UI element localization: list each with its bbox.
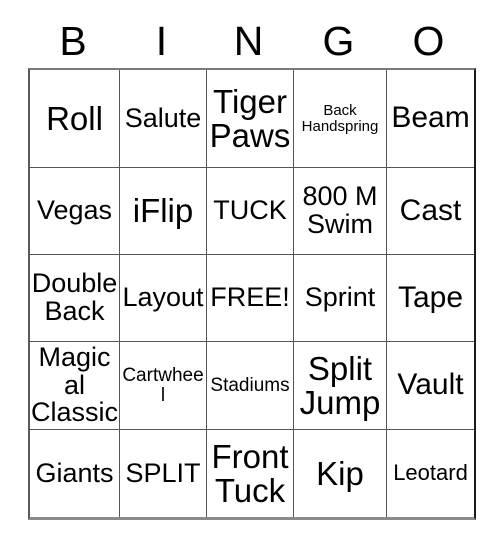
bingo-cell[interactable]: Split Jump <box>294 342 387 430</box>
bingo-cell[interactable]: Tape <box>387 255 474 342</box>
bingo-cell-label: SPLIT <box>125 457 201 488</box>
bingo-cell[interactable]: Roll <box>30 70 120 168</box>
bingo-card: B I N G O Roll Salute Tiger Paws Back Ha… <box>0 0 500 544</box>
bingo-cell[interactable]: Stadiums <box>207 342 294 430</box>
bingo-header-letter-g: G <box>322 17 355 64</box>
bingo-cell[interactable]: Vault <box>387 342 474 430</box>
bingo-cell-label: FREE! <box>210 282 290 313</box>
bingo-cell[interactable]: Layout <box>120 255 207 342</box>
bingo-cell-free[interactable]: FREE! <box>207 255 294 342</box>
bingo-cell[interactable]: Beam <box>387 70 474 168</box>
bingo-cell-label: Back Handspring <box>301 102 379 135</box>
bingo-cell-label: Salute <box>124 102 202 133</box>
bingo-cell-label: Tape <box>397 280 464 314</box>
bingo-cell-label: Stadiums <box>210 374 290 396</box>
bingo-header-row: B I N G O <box>28 14 472 68</box>
bingo-cell-label: Cartwheel <box>122 365 204 406</box>
bingo-cell-label: Roll <box>46 99 103 137</box>
bingo-cell-label: Split Jump <box>299 349 381 421</box>
bingo-cell-label: iFlip <box>132 192 194 230</box>
bingo-cell-label: Vault <box>397 368 464 402</box>
bingo-cell[interactable]: Salute <box>120 70 207 168</box>
bingo-cell-label: Magical Classic <box>31 342 119 428</box>
bingo-cell[interactable]: Vegas <box>30 168 120 255</box>
bingo-cell[interactable]: Cartwheel <box>120 342 207 430</box>
bingo-cell[interactable]: Tiger Paws <box>207 70 294 168</box>
bingo-header-letter-n: N <box>233 17 264 64</box>
bingo-cell[interactable]: SPLIT <box>120 430 207 517</box>
bingo-cell[interactable]: Front Tuck <box>207 430 294 517</box>
bingo-header-letter-o: O <box>412 17 445 64</box>
bingo-cell[interactable]: Cast <box>387 168 474 255</box>
bingo-cell[interactable]: Double Back <box>30 255 120 342</box>
bingo-cell-label: Giants <box>35 457 114 488</box>
bingo-grid: Roll Salute Tiger Paws Back Handspring B… <box>28 68 476 520</box>
bingo-cell[interactable]: 800 M Swim <box>294 168 387 255</box>
bingo-cell[interactable]: Kip <box>294 430 387 517</box>
bingo-cell[interactable]: Back Handspring <box>294 70 387 168</box>
bingo-cell-label: Layout <box>122 282 204 313</box>
bingo-cell-label: Tiger Paws <box>209 82 291 154</box>
bingo-cell-label: Front Tuck <box>211 437 289 509</box>
bingo-cell-label: Cast <box>399 193 462 227</box>
bingo-cell-label: Double Back <box>31 268 118 326</box>
bingo-cell[interactable]: Sprint <box>294 255 387 342</box>
bingo-cell-label: 800 M Swim <box>302 181 378 239</box>
bingo-cell[interactable]: Giants <box>30 430 120 517</box>
bingo-cell[interactable]: TUCK <box>207 168 294 255</box>
bingo-cell-label: Vegas <box>36 195 113 226</box>
bingo-cell[interactable]: Leotard <box>387 430 474 517</box>
bingo-cell-label: TUCK <box>213 195 287 226</box>
bingo-cell-label: Leotard <box>393 460 468 486</box>
bingo-header-letter-b: B <box>59 17 87 64</box>
bingo-cell-label: Sprint <box>304 282 376 313</box>
bingo-cell-label: Kip <box>316 454 364 492</box>
bingo-header-letter-i: I <box>155 17 168 64</box>
bingo-cell-label: Beam <box>391 101 470 135</box>
bingo-cell[interactable]: Magical Classic <box>30 342 120 430</box>
bingo-cell[interactable]: iFlip <box>120 168 207 255</box>
